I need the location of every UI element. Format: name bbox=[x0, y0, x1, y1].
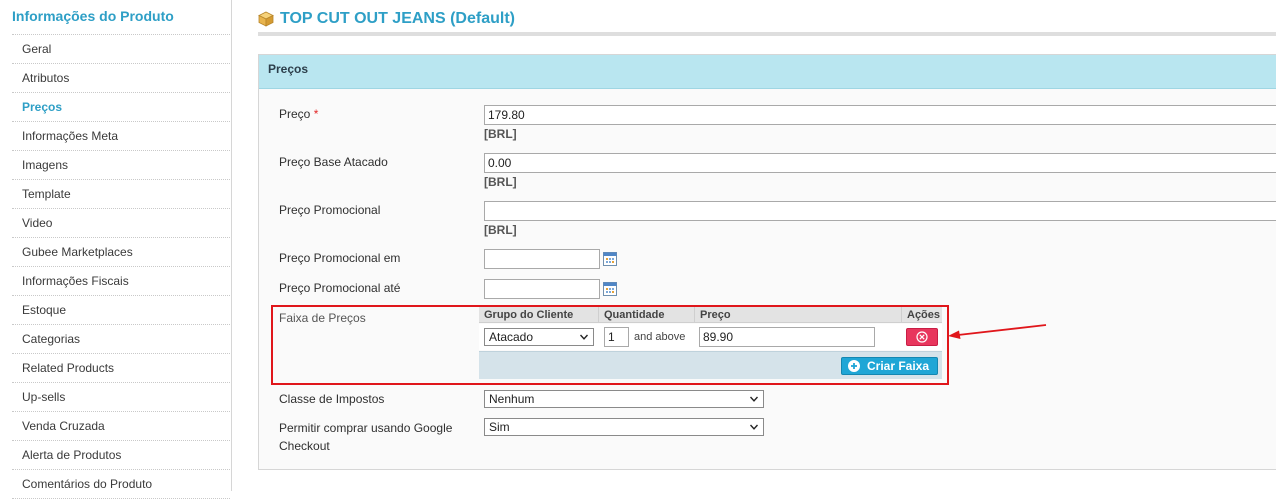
sidebar-item-video[interactable]: Video bbox=[12, 209, 230, 238]
sidebar-item-geral[interactable]: Geral bbox=[12, 35, 230, 64]
tax-class-value: Nenhum bbox=[489, 392, 535, 406]
sidebar-item-atributos[interactable]: Atributos bbox=[12, 64, 230, 93]
prices-fieldset: Preços Preço * [BRL] Preço Base Atacado … bbox=[258, 54, 1276, 470]
section-header: Preços bbox=[259, 55, 1276, 89]
sidebar-item-up-sells[interactable]: Up-sells bbox=[12, 383, 230, 412]
sidebar-item-precos[interactable]: Preços bbox=[12, 93, 230, 122]
calendar-icon[interactable] bbox=[603, 252, 617, 266]
product-info-sidebar: Informações do Produto Geral Atributos P… bbox=[0, 0, 232, 499]
wholesale-base-price-currency: [BRL] bbox=[484, 175, 517, 189]
page-header: TOP CUT OUT JEANS (Default) bbox=[258, 0, 1276, 38]
wholesale-base-price-input[interactable] bbox=[484, 153, 1276, 173]
sidebar-item-informacoes-fiscais[interactable]: Informações Fiscais bbox=[12, 267, 230, 296]
google-checkout-label: Permitir comprar usando Google Checkout bbox=[279, 421, 453, 453]
sidebar-item-categorias[interactable]: Categorias bbox=[12, 325, 230, 354]
price-label-text: Preço bbox=[279, 107, 311, 121]
special-from-label: Preço Promocional em bbox=[279, 251, 401, 265]
sidebar-item-related-products[interactable]: Related Products bbox=[12, 354, 230, 383]
calendar-icon[interactable] bbox=[603, 282, 617, 296]
sidebar-item-comentarios-do-produto[interactable]: Comentários do Produto bbox=[12, 470, 230, 499]
sidebar-item-gubee-marketplaces[interactable]: Gubee Marketplaces bbox=[12, 238, 230, 267]
tax-class-label: Classe de Impostos bbox=[279, 392, 385, 406]
sidebar-tab-list: Geral Atributos Preços Informações Meta … bbox=[12, 34, 230, 499]
price-label: Preço * bbox=[279, 107, 318, 122]
price-currency: [BRL] bbox=[484, 127, 517, 141]
sidebar-item-estoque[interactable]: Estoque bbox=[12, 296, 230, 325]
sidebar-item-alerta-de-produtos[interactable]: Alerta de Produtos bbox=[12, 441, 230, 470]
sidebar-item-informacoes-meta[interactable]: Informações Meta bbox=[12, 122, 230, 151]
google-checkout-value: Sim bbox=[489, 420, 510, 434]
required-asterisk: * bbox=[313, 107, 319, 121]
special-price-currency: [BRL] bbox=[484, 223, 517, 237]
header-divider bbox=[258, 32, 1276, 36]
chevron-down-icon bbox=[750, 396, 758, 402]
wholesale-base-price-label: Preço Base Atacado bbox=[279, 155, 388, 169]
price-input[interactable] bbox=[484, 105, 1276, 125]
sidebar-item-venda-cruzada[interactable]: Venda Cruzada bbox=[12, 412, 230, 441]
special-to-label: Preço Promocional até bbox=[279, 281, 401, 295]
sidebar-item-imagens[interactable]: Imagens bbox=[12, 151, 230, 180]
special-from-date-input[interactable] bbox=[484, 249, 600, 269]
special-price-label: Preço Promocional bbox=[279, 203, 381, 217]
page-title: TOP CUT OUT JEANS (Default) bbox=[280, 10, 515, 27]
annotation-highlight-box bbox=[271, 305, 949, 385]
sidebar-item-template[interactable]: Template bbox=[12, 180, 230, 209]
google-checkout-select[interactable]: Sim bbox=[484, 418, 764, 436]
product-box-icon bbox=[258, 11, 274, 27]
tax-class-select[interactable]: Nenhum bbox=[484, 390, 764, 408]
annotation-arrow-icon bbox=[948, 324, 1047, 339]
special-to-date-input[interactable] bbox=[484, 279, 600, 299]
chevron-down-icon bbox=[750, 424, 758, 430]
sidebar-title: Informações do Produto bbox=[12, 8, 174, 24]
special-price-input[interactable] bbox=[484, 201, 1276, 221]
